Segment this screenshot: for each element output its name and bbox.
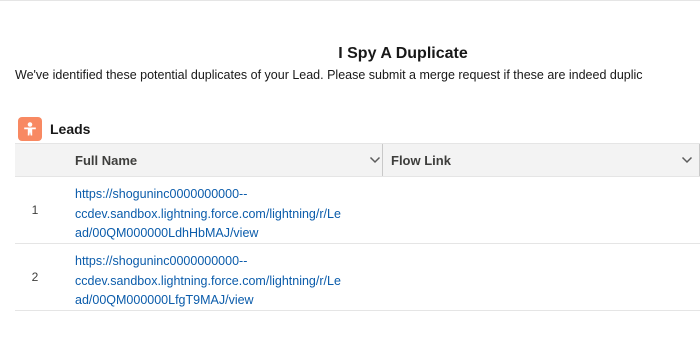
column-header-flow-link[interactable]: Flow Link <box>382 144 699 176</box>
full-name-link[interactable]: https://shoguninc0000000000-- ccdev.sand… <box>75 252 375 311</box>
link-text: https://shoguninc0000000000-- <box>75 254 248 268</box>
chevron-down-icon[interactable] <box>681 154 693 166</box>
link-text: ad/00QM000000LfgT9MAJ/view <box>75 293 254 307</box>
link-text: ad/00QM000000LdhHbMAJ/view <box>75 226 259 240</box>
row-number: 2 <box>31 270 39 284</box>
link-text: ccdev.sandbox.lightning.force.com/lightn… <box>75 273 341 288</box>
full-name-link[interactable]: https://shoguninc0000000000-- ccdev.sand… <box>75 185 375 244</box>
top-divider <box>0 0 700 1</box>
column-label: Full Name <box>75 152 138 168</box>
leads-section-header: Leads <box>18 117 90 141</box>
link-text: ccdev.sandbox.lightning.force.com/lightn… <box>75 206 341 221</box>
chevron-down-icon[interactable] <box>369 154 381 166</box>
section-title: Leads <box>50 121 91 137</box>
table-header: Full Name Flow Link <box>15 143 700 177</box>
leads-table: Full Name Flow Link 1 https://shoguninc0… <box>15 143 700 311</box>
column-label: Flow Link <box>391 152 451 168</box>
link-text: https://shoguninc0000000000-- <box>75 187 248 201</box>
column-header-full-name[interactable]: Full Name <box>75 144 381 176</box>
page-title: I Spy A Duplicate <box>338 45 468 62</box>
table-row: 2 https://shoguninc0000000000-- ccdev.sa… <box>15 244 700 311</box>
table-row: 1 https://shoguninc0000000000-- ccdev.sa… <box>15 177 700 244</box>
page-description: We've identified these potential duplica… <box>15 68 643 82</box>
lead-person-icon <box>18 117 42 141</box>
row-number: 1 <box>31 203 39 217</box>
